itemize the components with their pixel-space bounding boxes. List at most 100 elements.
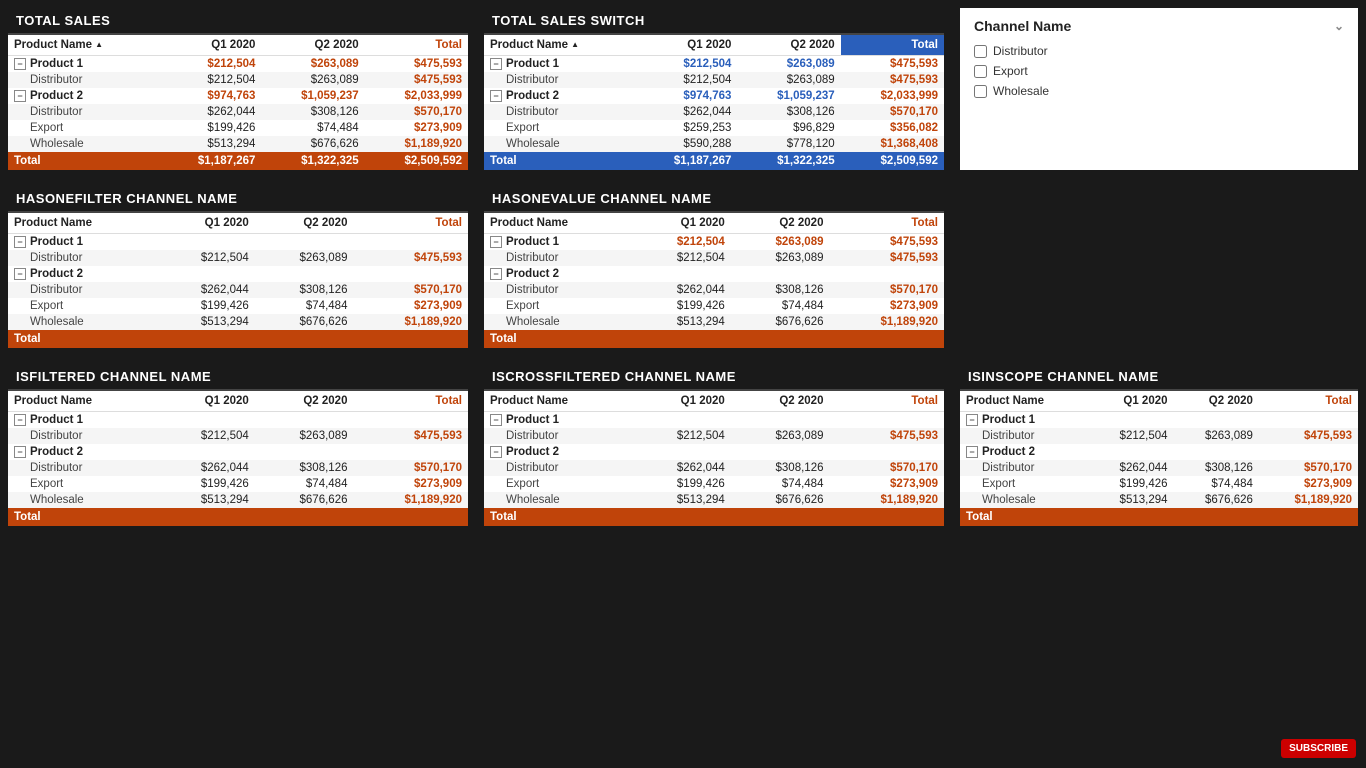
cell-value: $974,763 bbox=[158, 88, 261, 104]
cell-value: $212,504 bbox=[158, 56, 261, 73]
cell-value: $263,089 bbox=[731, 428, 830, 444]
cell-value: $475,593 bbox=[353, 428, 468, 444]
expand-icon[interactable]: − bbox=[966, 414, 978, 426]
col-product-name: Product Name bbox=[484, 213, 632, 234]
cell-value bbox=[255, 234, 354, 251]
cell-name: Distributor bbox=[8, 460, 156, 476]
cell-value: $199,426 bbox=[158, 120, 261, 136]
cell-value: $199,426 bbox=[632, 476, 731, 492]
filter-label-wholesale: Wholesale bbox=[993, 84, 1049, 98]
table-row: Distributor$262,044$308,126$570,170 bbox=[484, 104, 944, 120]
cell-name: Export bbox=[960, 476, 1088, 492]
cell-value: $1,189,920 bbox=[829, 314, 944, 330]
cell-name: Distributor bbox=[484, 460, 632, 476]
cell-value: $212,504 bbox=[1088, 428, 1173, 444]
cell-value: $570,170 bbox=[841, 104, 944, 120]
iscrossfiltered-title: ISCROSSFILTERED CHANNEL NAME bbox=[484, 364, 944, 391]
table-row: −Product 2 bbox=[484, 444, 944, 460]
col-product-name: Product Name bbox=[8, 391, 156, 412]
cell-name: Export bbox=[484, 298, 632, 314]
table-row: −Product 1$212,504$263,089$475,593 bbox=[484, 234, 944, 251]
col-total: Total bbox=[841, 35, 944, 56]
cell-value: $96,829 bbox=[737, 120, 840, 136]
expand-icon[interactable]: − bbox=[14, 90, 26, 102]
col-q1: Q1 2020 bbox=[1088, 391, 1173, 412]
filter-panel: Channel Name ⌄ Distributor Export Wholes… bbox=[960, 8, 1358, 170]
cell-value: $212,504 bbox=[158, 72, 261, 88]
cell-name: Total bbox=[484, 330, 632, 348]
expand-icon[interactable]: − bbox=[14, 414, 26, 426]
cell-value: $212,504 bbox=[632, 250, 731, 266]
filter-item-wholesale[interactable]: Wholesale bbox=[974, 84, 1344, 98]
cell-value: $262,044 bbox=[632, 282, 731, 298]
cell-value: $778,120 bbox=[737, 136, 840, 152]
hasonevalue-widget: HASONEVALUE CHANNEL NAME Product Name Q1… bbox=[484, 186, 944, 348]
cell-name: Distributor bbox=[484, 104, 634, 120]
cell-value: $1,187,267 bbox=[634, 152, 737, 170]
table-row: Wholesale$513,294$676,626$1,189,920 bbox=[8, 136, 468, 152]
table-row: Distributor$212,504$263,089$475,593 bbox=[484, 72, 944, 88]
table-row: Wholesale$590,288$778,120$1,368,408 bbox=[484, 136, 944, 152]
cell-value: $262,044 bbox=[158, 104, 261, 120]
cell-value: $1,059,237 bbox=[261, 88, 364, 104]
cell-value bbox=[255, 412, 354, 429]
filter-item-distributor[interactable]: Distributor bbox=[974, 44, 1344, 58]
col-product-name: Product Name bbox=[8, 213, 156, 234]
table-row: −Product 1 bbox=[8, 234, 468, 251]
expand-icon[interactable]: − bbox=[966, 446, 978, 458]
expand-icon[interactable]: − bbox=[490, 268, 502, 280]
cell-value: $308,126 bbox=[737, 104, 840, 120]
table-row: Distributor$262,044$308,126$570,170 bbox=[484, 282, 944, 298]
cell-value: $74,484 bbox=[261, 120, 364, 136]
cell-name: Export bbox=[8, 298, 156, 314]
cell-value: $212,504 bbox=[634, 72, 737, 88]
table-row: Total bbox=[8, 508, 468, 526]
cell-value bbox=[1088, 444, 1173, 460]
subscribe-badge[interactable]: SUBSCRIBE bbox=[1281, 739, 1356, 758]
expand-icon[interactable]: − bbox=[490, 90, 502, 102]
table-row: Wholesale$513,294$676,626$1,189,920 bbox=[8, 314, 468, 330]
cell-value: $676,626 bbox=[255, 314, 354, 330]
cell-name: Wholesale bbox=[8, 136, 158, 152]
cell-value: $212,504 bbox=[156, 250, 255, 266]
cell-value: $262,044 bbox=[632, 460, 731, 476]
expand-icon[interactable]: − bbox=[14, 446, 26, 458]
checkbox-export[interactable] bbox=[974, 65, 987, 78]
table-row: −Product 2 bbox=[960, 444, 1358, 460]
cell-value: $74,484 bbox=[255, 476, 354, 492]
table-row: −Product 1$212,504$263,089$475,593 bbox=[484, 56, 944, 73]
cell-value: $974,763 bbox=[634, 88, 737, 104]
cell-name: −Product 2 bbox=[484, 266, 632, 282]
expand-icon[interactable]: − bbox=[490, 58, 502, 70]
cell-value: $263,089 bbox=[255, 428, 354, 444]
chevron-down-icon[interactable]: ⌄ bbox=[1334, 19, 1344, 33]
expand-icon[interactable]: − bbox=[14, 58, 26, 70]
cell-name: Wholesale bbox=[960, 492, 1088, 508]
cell-value: $475,593 bbox=[829, 250, 944, 266]
cell-name: Distributor bbox=[8, 104, 158, 120]
table-row: Wholesale$513,294$676,626$1,189,920 bbox=[8, 492, 468, 508]
checkbox-wholesale[interactable] bbox=[974, 85, 987, 98]
checkbox-distributor[interactable] bbox=[974, 45, 987, 58]
col-total: Total bbox=[829, 213, 944, 234]
cell-value bbox=[731, 508, 830, 526]
total-sales-widget: TOTAL SALES Product Name ▲ Q1 2020 Q2 20… bbox=[8, 8, 468, 170]
cell-value: $273,909 bbox=[353, 476, 468, 492]
cell-value: $273,909 bbox=[365, 120, 468, 136]
expand-icon[interactable]: − bbox=[490, 446, 502, 458]
expand-icon[interactable]: − bbox=[14, 236, 26, 248]
cell-value: $1,189,920 bbox=[1259, 492, 1358, 508]
cell-name: Distributor bbox=[8, 72, 158, 88]
cell-value bbox=[829, 412, 944, 429]
cell-value: $2,033,999 bbox=[365, 88, 468, 104]
table-row: Distributor$212,504$263,089$475,593 bbox=[484, 250, 944, 266]
expand-icon[interactable]: − bbox=[14, 268, 26, 280]
cell-value: $199,426 bbox=[632, 298, 731, 314]
expand-icon[interactable]: − bbox=[490, 236, 502, 248]
cell-value bbox=[1174, 444, 1259, 460]
filter-item-export[interactable]: Export bbox=[974, 64, 1344, 78]
cell-value bbox=[255, 330, 354, 348]
expand-icon[interactable]: − bbox=[490, 414, 502, 426]
table-row: Distributor$262,044$308,126$570,170 bbox=[8, 282, 468, 298]
table-row: Distributor$212,504$263,089$475,593 bbox=[484, 428, 944, 444]
